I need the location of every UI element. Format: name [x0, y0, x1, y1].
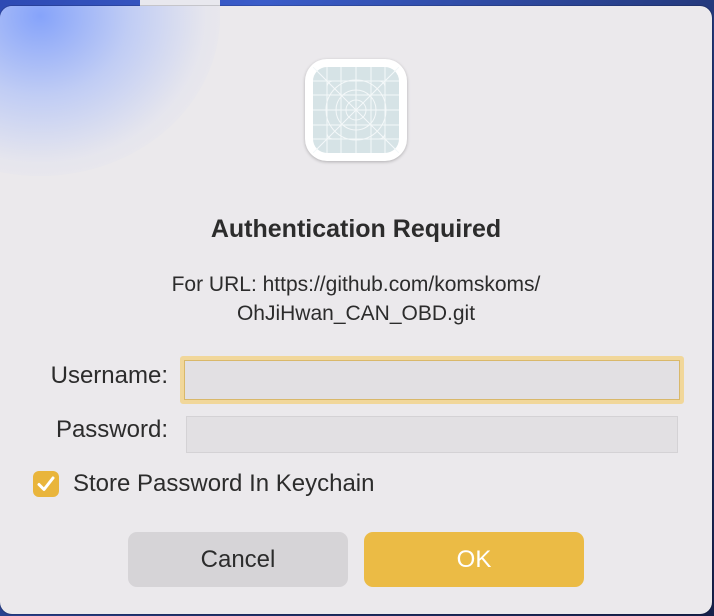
password-label: Password:: [55, 416, 168, 443]
username-field[interactable]: [180, 356, 684, 404]
authentication-dialog: Authentication Required For URL: https:/…: [0, 6, 712, 614]
dialog-title: Authentication Required: [210, 215, 502, 243]
ok-button[interactable]: OK: [364, 532, 584, 587]
checkmark-icon: [37, 476, 55, 491]
password-field[interactable]: [186, 416, 678, 453]
app-placeholder-icon: [305, 59, 407, 161]
username-label: Username:: [50, 362, 168, 389]
url-line-2: OhJiHwan_CAN_OBD.git: [236, 302, 476, 325]
url-description: For URL: https://github.com/komskoms/ Oh…: [0, 270, 712, 328]
cancel-button[interactable]: Cancel: [128, 532, 348, 587]
url-line-1: For URL: https://github.com/komskoms/: [171, 273, 541, 296]
store-password-checkbox[interactable]: [33, 471, 59, 497]
store-password-label[interactable]: Store Password In Keychain: [73, 470, 375, 498]
dialog-glow: [0, 6, 220, 176]
